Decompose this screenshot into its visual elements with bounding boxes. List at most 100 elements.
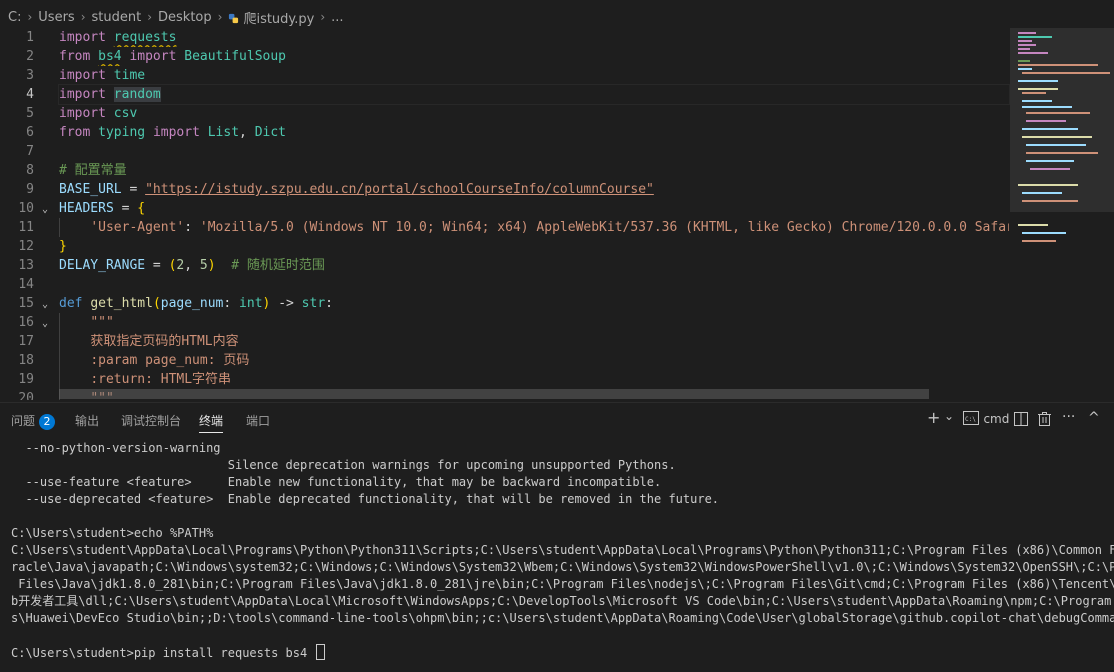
- split-terminal-button[interactable]: [1014, 412, 1028, 430]
- minimap-line: [1018, 44, 1036, 46]
- terminal-output[interactable]: --no-python-version-warning Silence depr…: [0, 440, 1114, 672]
- code-line[interactable]: from typing import List, Dict: [59, 123, 1009, 142]
- minimap-line: [1026, 120, 1066, 122]
- fold-chevron-icon[interactable]: ⌄: [42, 299, 54, 310]
- line-number: 3: [26, 68, 34, 83]
- line-number: 2: [26, 49, 34, 64]
- line-number-gutter: 1 2 3 4 5 6 7 8 9 10 11 12 13 14 15 16 1…: [0, 28, 40, 400]
- new-terminal-dropdown-icon[interactable]: ⌄: [944, 409, 954, 423]
- terminal-line: Files\Java\jdk1.8.0_281\bin;C:\Program F…: [11, 577, 1114, 591]
- terminal-line: --use-feature <feature> Enable new funct…: [11, 475, 662, 489]
- terminal-line: racle\Java\javapath;C:\Windows\system32;…: [11, 560, 1114, 574]
- code-line[interactable]: import time: [59, 66, 1009, 85]
- chevron-right-icon: ›: [80, 10, 86, 24]
- minimap-line: [1026, 152, 1098, 154]
- minimap-line: [1022, 192, 1062, 194]
- minimap-line: [1018, 224, 1048, 226]
- fold-chevron-icon[interactable]: ⌄: [42, 204, 54, 215]
- line-number: 16: [18, 315, 34, 330]
- code-line[interactable]: HEADERS = {: [59, 199, 1009, 218]
- minimap-line: [1026, 160, 1074, 162]
- terminal-command: C:\Users\student>pip install requests bs…: [11, 646, 315, 660]
- line-number: 9: [26, 182, 34, 197]
- breadcrumb-desktop[interactable]: Desktop: [158, 10, 212, 25]
- code-line-current[interactable]: import random: [58, 84, 1010, 105]
- terminal-line: Silence deprecation warnings for upcomin…: [11, 458, 676, 472]
- minimap-line: [1022, 232, 1066, 234]
- minimap-line: [1018, 40, 1032, 42]
- terminal-shell-selector[interactable]: C:\ cmd: [963, 411, 1009, 427]
- minimap-line: [1026, 144, 1086, 146]
- code-line[interactable]: """: [59, 313, 1009, 332]
- code-line[interactable]: 获取指定页码的HTML内容: [59, 332, 1009, 351]
- line-number: 6: [26, 125, 34, 140]
- breadcrumb-users[interactable]: Users: [38, 10, 74, 25]
- minimap-line: [1026, 112, 1090, 114]
- code-editor[interactable]: 1 2 3 4 5 6 7 8 9 10 11 12 13 14 15 16 1…: [0, 28, 1114, 400]
- line-number: 10: [18, 201, 34, 216]
- breadcrumb-more[interactable]: ...: [331, 10, 343, 25]
- tab-terminal[interactable]: 终端: [199, 412, 223, 429]
- line-number: 4: [26, 87, 34, 102]
- breadcrumb-drive[interactable]: C:: [8, 10, 21, 25]
- minimap-line: [1018, 184, 1078, 186]
- terminal-line: --no-python-version-warning: [11, 441, 221, 455]
- minimap-line: [1018, 52, 1048, 54]
- breadcrumb-student[interactable]: student: [92, 10, 142, 25]
- tab-debug-console[interactable]: 调试控制台: [121, 412, 181, 429]
- breadcrumb-file[interactable]: 爬istudy.py: [243, 8, 314, 27]
- minimap-line: [1018, 80, 1058, 82]
- code-line[interactable]: :return: HTML字符串: [59, 370, 1009, 389]
- svg-text:C:\: C:\: [965, 416, 976, 423]
- tab-ports[interactable]: 端口: [246, 412, 270, 429]
- tab-output[interactable]: 输出: [75, 412, 99, 429]
- minimap-line: [1022, 106, 1072, 108]
- code-line[interactable]: }: [59, 237, 1009, 256]
- python-file-icon: [229, 13, 239, 23]
- line-number: 19: [18, 372, 34, 387]
- minimap-line: [1018, 68, 1032, 70]
- chevron-right-icon: ›: [217, 10, 223, 24]
- terminal-cursor: [316, 644, 326, 660]
- minimap-line: [1018, 36, 1052, 38]
- line-number: 18: [18, 353, 34, 368]
- code-line[interactable]: from bs4 import BeautifulSoup: [59, 47, 1009, 66]
- terminal-line: C:\Users\student>echo %PATH%: [11, 526, 214, 540]
- tab-problems[interactable]: 问题 2: [11, 412, 56, 430]
- line-number: 7: [26, 144, 34, 159]
- code-line[interactable]: # 配置常量: [59, 161, 1009, 180]
- code-line[interactable]: [59, 142, 1009, 161]
- minimap-line: [1022, 92, 1046, 94]
- line-number: 12: [18, 239, 34, 254]
- minimap-line: [1022, 136, 1092, 138]
- editor-horizontal-scrollbar[interactable]: [59, 389, 929, 399]
- indent-guide: [59, 351, 60, 370]
- line-number: 17: [18, 334, 34, 349]
- trash-icon: [1038, 412, 1051, 426]
- new-terminal-button[interactable]: +: [927, 408, 940, 427]
- code-lines[interactable]: import requests from bs4 import Beautifu…: [58, 28, 1010, 400]
- code-line[interactable]: 'User-Agent': 'Mozilla/5.0 (Windows NT 1…: [59, 218, 1009, 237]
- code-line[interactable]: import csv: [59, 104, 1009, 123]
- fold-chevron-icon[interactable]: ⌄: [42, 318, 54, 329]
- minimap-line: [1030, 168, 1070, 170]
- problems-count-badge: 2: [39, 414, 56, 430]
- code-line[interactable]: :param page_num: 页码: [59, 351, 1009, 370]
- panel-tab-bar: 问题 2 输出 调试控制台 终端 端口 + ⌄ C:\ cmd ··· ^: [0, 403, 1114, 437]
- line-number: 15: [18, 296, 34, 311]
- code-line[interactable]: DELAY_RANGE = (2, 5) # 随机延时范围: [59, 256, 1009, 275]
- code-line[interactable]: BASE_URL = "https://istudy.szpu.edu.cn/p…: [59, 180, 1009, 199]
- minimap-line: [1022, 72, 1110, 74]
- terminal-icon: C:\: [963, 411, 979, 425]
- terminal-prompt-line[interactable]: C:\Users\student>pip install requests bs…: [0, 644, 1114, 661]
- maximize-panel-button[interactable]: ^: [1088, 410, 1100, 426]
- line-number: 13: [18, 258, 34, 273]
- kill-terminal-button[interactable]: [1038, 412, 1051, 430]
- code-line[interactable]: [59, 275, 1009, 294]
- code-line[interactable]: import requests: [59, 28, 1009, 47]
- code-line[interactable]: def get_html(page_num: int) -> str:: [59, 294, 1009, 313]
- minimap[interactable]: [1010, 28, 1114, 400]
- more-actions-button[interactable]: ···: [1062, 409, 1075, 425]
